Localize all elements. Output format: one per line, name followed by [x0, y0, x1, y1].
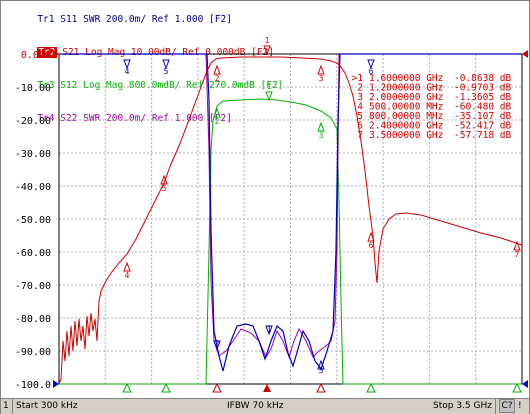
stop-frequency[interactable]: Stop 3.5 GHz	[433, 400, 492, 412]
measurement-plot[interactable]: 0.000 -10.00 -20.00 -30.00 -40.00 -50.00…	[1, 1, 529, 398]
svg-text:2: 2	[215, 117, 220, 126]
ref-arrow-right-top	[522, 50, 528, 58]
ref-arrow-right-bottom	[522, 380, 528, 388]
y-tick-label: -90.00	[15, 347, 51, 358]
status-bar: 1 Start 300 kHz IFBW 70 kHz Stop 3.5 GHz…	[1, 398, 529, 414]
y-tick-label: -60.00	[15, 248, 51, 259]
y-tick-label: -40.00	[15, 182, 51, 193]
s12-marker-2[interactable]: 2	[213, 107, 221, 126]
if-bandwidth[interactable]: IFBW 70 kHz	[227, 400, 283, 412]
s11-marker-1[interactable]: 1	[265, 325, 273, 336]
marker-1-flag[interactable]: 1	[263, 36, 271, 56]
svg-text:7: 7	[515, 250, 520, 259]
svg-text:2: 2	[215, 339, 220, 348]
marker-frequency: 3.5000000 GHz	[369, 130, 443, 141]
svg-text:5: 5	[162, 184, 167, 193]
marker-3-flag[interactable]: 3	[317, 64, 325, 83]
svg-text:4: 4	[125, 271, 130, 280]
x-marker-tick	[122, 382, 132, 393]
marker-row[interactable]: 7 3.5000000 GHz -57.718 dB	[357, 130, 511, 141]
calibration-status[interactable]: C?	[499, 399, 515, 413]
y-tick-label: -10.00	[15, 83, 51, 94]
s12-marker-1[interactable]: 1	[265, 82, 273, 102]
s11-marker-2[interactable]: 2	[213, 339, 221, 351]
marker-4-flag[interactable]: 4	[123, 261, 131, 280]
svg-text:3: 3	[319, 366, 324, 375]
divider	[495, 399, 496, 414]
svg-text:1: 1	[265, 36, 270, 45]
y-tick-label: 0.000	[21, 50, 51, 61]
y-tick-label: -30.00	[15, 149, 51, 160]
marker-readout-table: >1 1.6000000 GHz -0.8638 dB2 1.2000000 GHz -…	[352, 73, 512, 141]
ref-arrow-left-bottom	[53, 380, 59, 388]
svg-text:2: 2	[215, 74, 220, 83]
divider	[12, 399, 13, 414]
y-tick-label: -100.0	[15, 380, 51, 391]
svg-text:3: 3	[319, 74, 324, 83]
y-tick-label: -80.00	[15, 314, 51, 325]
y-axis-labels: 0.000 -10.00 -20.00 -30.00 -40.00 -50.00…	[15, 50, 51, 391]
s11-marker-4[interactable]: 4	[123, 59, 131, 76]
x-marker-tick	[212, 382, 222, 393]
bottom-marker-ticks	[122, 382, 522, 393]
svg-text:6: 6	[369, 241, 374, 250]
marker-number: 7	[357, 130, 363, 141]
x-marker-tick	[512, 382, 522, 393]
y-tick-label: -50.00	[15, 215, 51, 226]
svg-text:1: 1	[267, 82, 272, 91]
warning-indicator: !	[518, 401, 522, 411]
channel-number[interactable]: 1	[3, 400, 9, 412]
marker-2-flag[interactable]: 2	[213, 64, 221, 83]
y-tick-label: -20.00	[15, 116, 51, 127]
svg-text:1: 1	[267, 325, 272, 334]
trace-s12-curve	[59, 98, 522, 385]
plot-grid	[59, 54, 522, 384]
x-marker-tick	[161, 382, 171, 393]
x-marker-tick	[366, 382, 376, 393]
svg-text:4: 4	[125, 67, 130, 76]
vna-window: Tr1 S11 SWR 200.0m/ Ref 1.000 [F2] Tr2 S…	[0, 0, 530, 414]
marker-value: -57.718 dB	[454, 130, 511, 141]
x-marker-tick	[316, 382, 326, 393]
svg-text:5: 5	[164, 67, 169, 76]
ref-arrow-left-top	[53, 50, 59, 58]
y-tick-label: -70.00	[15, 281, 51, 292]
s12-marker-3[interactable]: 3	[317, 121, 325, 140]
svg-text:3: 3	[319, 131, 324, 140]
start-frequency[interactable]: Start 300 kHz	[16, 400, 78, 412]
s11-marker-5[interactable]: 5	[162, 59, 170, 76]
x-marker-tick-active	[263, 384, 271, 392]
